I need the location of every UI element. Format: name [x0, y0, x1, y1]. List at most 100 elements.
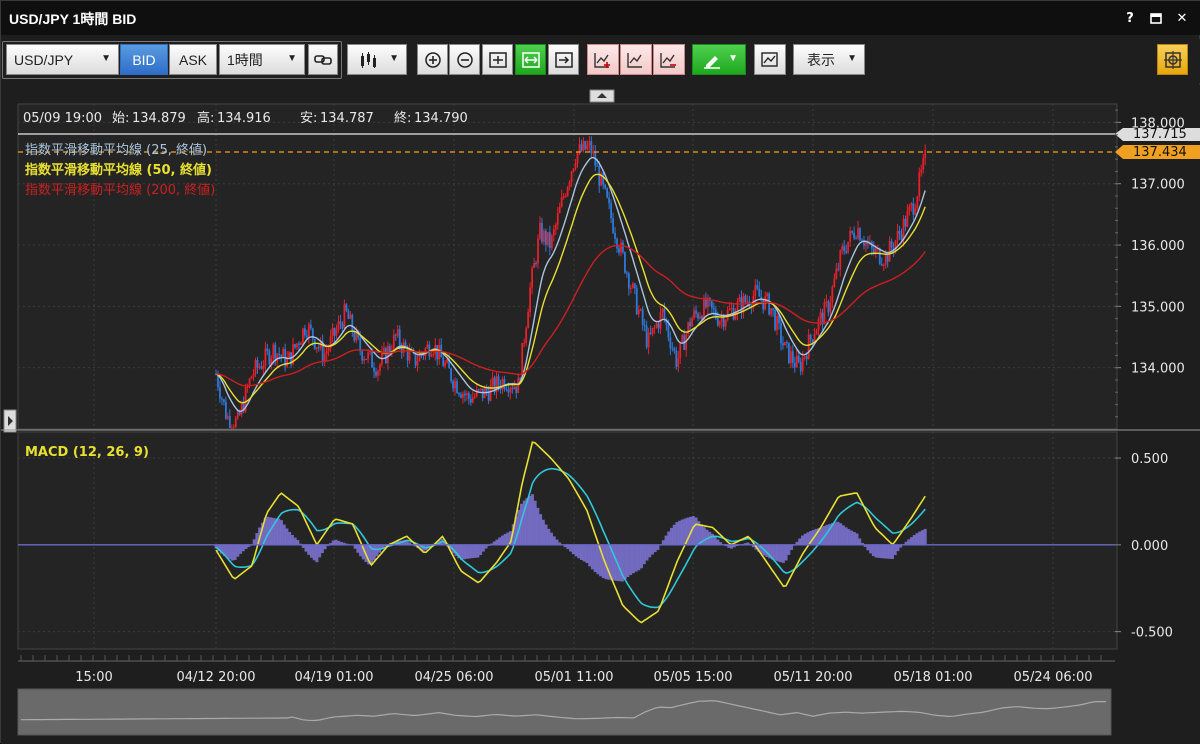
candle-body — [758, 288, 761, 297]
candle-body — [797, 355, 800, 362]
toolbar: USD/JPY ▼ BID ASK 1時間 ▼ ▼ ▼ 表示 ▼ — [1, 39, 1200, 83]
candle-body — [527, 311, 530, 329]
candle-body — [246, 386, 249, 388]
capture-icon — [761, 51, 778, 67]
candle-body — [384, 348, 387, 364]
candle-body — [622, 242, 624, 253]
candle-body — [880, 263, 883, 266]
candle-body — [469, 398, 472, 403]
chevron-down-icon: ▼ — [287, 53, 297, 64]
chart-canvas[interactable]: 137.715 137.434 05/09 19:00 始: 134.879 高… — [1, 85, 1200, 744]
navigator-bar[interactable] — [17, 688, 1112, 736]
candle-body — [722, 317, 725, 327]
maximize-icon[interactable] — [1147, 10, 1165, 31]
draw-tool-select[interactable]: ▼ — [692, 44, 746, 75]
candle-body — [626, 272, 628, 274]
macd-tick-label: -0.500 — [1131, 626, 1173, 641]
chart-type-select[interactable]: ▼ — [347, 44, 407, 75]
chevron-down-icon: ▼ — [389, 53, 399, 64]
candle-body — [386, 346, 389, 364]
candle-body — [552, 229, 555, 236]
candle-body — [643, 324, 646, 327]
candle-body — [373, 367, 375, 372]
candle-body — [550, 235, 553, 248]
candle-body — [693, 310, 695, 319]
candle-body — [274, 344, 277, 362]
fit-width-button[interactable] — [515, 44, 546, 75]
candle-body — [343, 304, 346, 329]
draw-pen-icon — [704, 55, 720, 69]
display-label: 表示 — [807, 51, 835, 68]
candle-body — [730, 307, 733, 309]
candle-body — [635, 288, 638, 315]
candle-body — [614, 232, 616, 239]
zoom-out-button[interactable] — [449, 44, 480, 75]
display-menu-button[interactable]: 表示 ▼ — [793, 44, 865, 75]
candle-body — [655, 323, 658, 328]
candle-body — [515, 386, 518, 394]
close-icon[interactable]: ✕ — [1173, 10, 1191, 28]
remove-chart-icon — [660, 52, 676, 68]
candle-body — [339, 321, 342, 324]
candle-body — [462, 393, 464, 398]
capture-button[interactable] — [754, 44, 786, 75]
candle-body — [865, 241, 867, 246]
candle-body — [303, 328, 306, 336]
candle-body — [827, 301, 830, 313]
link-button[interactable] — [308, 44, 338, 75]
compare-icon — [627, 52, 642, 68]
candle-body — [580, 144, 583, 151]
candle-body — [606, 188, 609, 198]
candle-body — [795, 355, 798, 368]
scroll-end-button[interactable] — [548, 44, 579, 75]
candle-body — [315, 347, 318, 349]
timeframe-select[interactable]: 1時間 ▼ — [219, 44, 305, 75]
candle-body — [558, 206, 561, 213]
time-tick-label: 05/01 11:00 — [534, 670, 613, 685]
candle-body — [309, 324, 312, 329]
remove-chart-button[interactable] — [653, 44, 685, 75]
title-bar: USD/JPY 1時間 BID ? ✕ — [1, 1, 1200, 35]
add-chart-button[interactable] — [587, 44, 619, 75]
candle-body — [718, 321, 721, 326]
candle-body — [675, 350, 678, 367]
ask-button[interactable]: ASK — [169, 44, 217, 75]
symbol-value: USD/JPY — [14, 51, 74, 68]
zoom-in-button[interactable] — [417, 44, 448, 75]
candle-body — [325, 351, 328, 355]
candle-body — [831, 286, 834, 303]
candle-body — [857, 228, 859, 239]
candle-body — [505, 388, 508, 390]
candle-body — [375, 371, 377, 376]
candle-body — [768, 293, 771, 315]
time-tick-label: 04/12 20:00 — [176, 670, 255, 685]
candle-body — [772, 308, 774, 311]
candle-body — [523, 342, 526, 344]
candle-body — [570, 171, 573, 182]
candle-body — [541, 222, 543, 242]
candle-body — [845, 250, 848, 253]
candle-body — [778, 315, 780, 324]
candle-body — [906, 211, 909, 227]
candle-body — [331, 327, 334, 337]
candle-body — [653, 327, 656, 329]
candle-body — [689, 322, 692, 327]
candle-body — [452, 381, 454, 389]
candle-body — [584, 141, 587, 150]
symbol-select[interactable]: USD/JPY ▼ — [6, 44, 119, 75]
candle-body — [525, 328, 528, 343]
target-button[interactable] — [1157, 44, 1188, 75]
candle-body — [677, 357, 680, 367]
candle-body — [311, 328, 314, 340]
candle-body — [645, 326, 648, 348]
compare-button[interactable] — [620, 44, 652, 75]
candle-body — [543, 230, 545, 242]
candle-body — [817, 318, 820, 331]
help-icon[interactable]: ? — [1121, 10, 1139, 28]
candle-body — [851, 230, 854, 233]
fit-button[interactable] — [482, 44, 513, 75]
bid-button[interactable]: BID — [120, 44, 168, 75]
candle-body — [531, 268, 533, 288]
candle-body — [471, 397, 474, 403]
candle-body — [475, 389, 478, 397]
